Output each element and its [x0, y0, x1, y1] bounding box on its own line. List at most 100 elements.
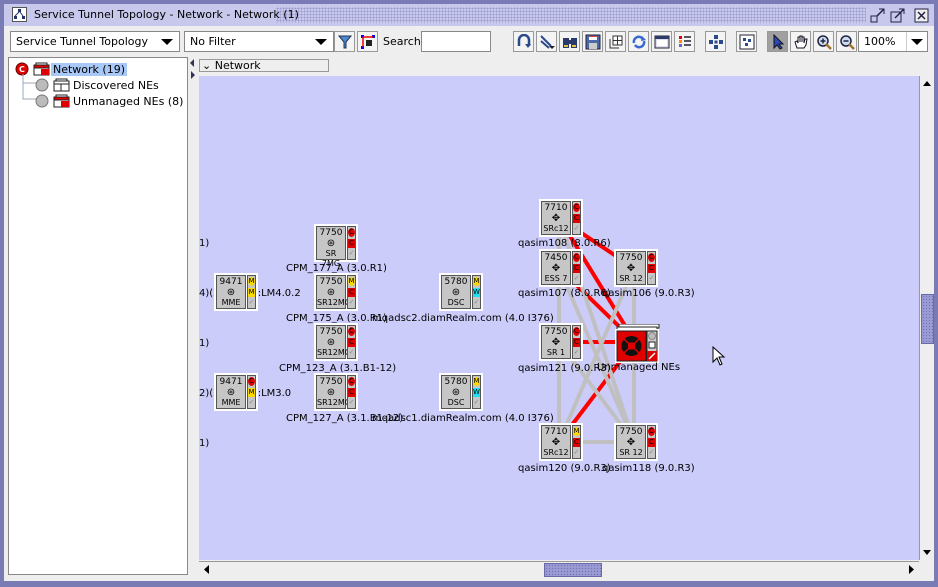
check-icon: ✓	[648, 274, 655, 282]
node-status-column: M C ✓	[572, 425, 581, 459]
window-icon	[654, 35, 669, 48]
no-alarm-icon	[35, 94, 49, 108]
network-element-node[interactable]: 9471 ⊛ MME C M ✓	[214, 373, 258, 411]
node-type: DSC	[447, 398, 465, 407]
reroute-button[interactable]	[513, 31, 534, 52]
node-model: 7750	[319, 327, 343, 337]
clipped-label: 1)	[199, 238, 210, 249]
view-select[interactable]: Service Tunnel Topology	[10, 31, 180, 52]
refresh-button[interactable]	[628, 31, 649, 52]
alarm-status-icon: C	[348, 338, 355, 347]
vertical-scroll-thumb[interactable]	[921, 294, 934, 344]
grid-button[interactable]	[605, 31, 626, 52]
network-element-node[interactable]: 7750 ⊛ SR12MG M C ✓	[314, 273, 358, 311]
find-path-button[interactable]	[357, 31, 378, 52]
tree-item-discovered-nes[interactable]: Discovered NEs	[35, 77, 159, 93]
network-element-node[interactable]: 7750 ✥ SR 12 C C ✓	[614, 249, 658, 287]
tree-item-unmanaged-nes[interactable]: Unmanaged NEs (8)	[35, 93, 183, 109]
splitter-arrows-icon[interactable]	[188, 57, 198, 97]
map-button[interactable]	[736, 31, 757, 52]
network-element-node[interactable]: 7710 ✥ SRc12 M C ✓	[539, 423, 583, 461]
title-bar[interactable]: Service Tunnel Topology - Network - Netw…	[4, 4, 934, 26]
network-element-node[interactable]: 7710 ✥ SRc12 C C ✓	[539, 199, 583, 237]
chevron-down-icon: ⌄	[202, 59, 212, 72]
zoom-in-button[interactable]	[813, 31, 834, 52]
reroute-icon	[517, 33, 531, 48]
horizontal-scroll-thumb[interactable]	[544, 563, 602, 577]
network-element-node[interactable]: 5780 ⊛ DSC M W ✓	[439, 373, 483, 411]
zoom-out-button[interactable]	[836, 31, 857, 52]
filter-select[interactable]: No Filter	[184, 31, 334, 52]
refresh-icon	[632, 35, 646, 48]
pointer-button[interactable]	[767, 31, 788, 52]
main-frame: Service Tunnel Topology No Filter Search	[4, 26, 934, 581]
alarm-status-icon: C	[573, 327, 580, 336]
pan-icon	[793, 35, 808, 48]
layout-button[interactable]	[705, 31, 726, 52]
node-model: 9471	[219, 377, 243, 387]
check-icon: ✓	[573, 224, 580, 232]
switch-icon: ⊛	[326, 287, 336, 298]
switch-icon: ⊛	[451, 387, 461, 398]
unmanaged-nes-group-node[interactable]	[612, 322, 660, 363]
check-icon: ✓	[473, 398, 480, 406]
node-type: SR12MG	[317, 348, 351, 357]
map-icon	[739, 34, 754, 49]
horizontal-scrollbar[interactable]	[199, 561, 919, 577]
close-icon[interactable]	[914, 8, 930, 23]
window-title: Service Tunnel Topology - Network - Netw…	[34, 8, 299, 21]
network-element-node[interactable]: 7750 ⊛ SR 7MG C C ✓	[314, 224, 358, 268]
scroll-right-icon[interactable]	[903, 562, 919, 577]
filter-button[interactable]	[334, 31, 355, 52]
search-input[interactable]	[421, 31, 491, 52]
binoculars-button[interactable]	[559, 31, 580, 52]
alarm-status-icon: M	[348, 277, 355, 286]
network-element-node[interactable]: 7750 ⊛ SR12MG C C ✓	[314, 373, 358, 411]
network-element-node[interactable]: 7750 ✥ SR 12 C C ✓	[614, 423, 658, 461]
node-type: SR 12	[619, 448, 643, 457]
scroll-left-icon[interactable]	[199, 562, 215, 577]
scroll-down-icon[interactable]	[920, 544, 934, 560]
network-element-node[interactable]: 7750 ✥ SR 1 C C ✓	[539, 323, 583, 361]
network-element-node[interactable]: 7750 ⊛ SR12MG C C ✓	[314, 323, 358, 361]
zoom-level-select[interactable]: 100%	[858, 31, 928, 52]
node-type: SR 12	[619, 274, 643, 283]
canvas-breadcrumb[interactable]: ⌄ Network	[199, 59, 329, 72]
group-icon	[53, 78, 70, 92]
topology-canvas[interactable]: 1) 4)(25.51.29:LM4.0.2 1) 2)(22.30.02:LM…	[199, 76, 919, 560]
network-element-node[interactable]: 9471 ⊛ MME M M ✓	[214, 273, 258, 311]
save-button[interactable]	[582, 31, 603, 52]
scroll-up-icon[interactable]	[920, 76, 934, 92]
alarm-status-icon: M	[573, 427, 580, 436]
node-label: qasim120 (9.0.R3)	[518, 463, 611, 474]
node-body: 7750 ⊛ SR12MG	[316, 275, 351, 309]
pan-button[interactable]	[790, 31, 811, 52]
legend-button[interactable]	[674, 31, 695, 52]
node-label: qasim108 (8.0.R6)	[518, 238, 611, 249]
zoom-out-icon	[839, 34, 855, 50]
vertical-scrollbar[interactable]	[919, 76, 934, 560]
maximize-icon[interactable]	[890, 8, 906, 23]
restore-icon[interactable]	[870, 8, 886, 23]
clipped-label: 1)	[199, 338, 210, 349]
switch-icon: ⊛	[226, 387, 236, 398]
alarm-status-icon: C	[248, 377, 255, 386]
layout-icon	[708, 34, 723, 49]
topology-icon	[12, 7, 27, 22]
chevron-down-icon	[315, 39, 327, 45]
select-down-button[interactable]	[536, 31, 557, 52]
node-label: qasim106 (9.0.R3)	[602, 288, 695, 299]
node-body: 7710 ✥ SRc12	[541, 425, 571, 459]
mouse-cursor-icon	[712, 346, 726, 366]
splitter-handle[interactable]	[188, 57, 198, 575]
network-element-node[interactable]: 5780 ⊛ DSC M W ✓	[439, 273, 483, 311]
router-icon: ✥	[626, 263, 636, 274]
network-element-node[interactable]: 7450 ✥ ESS 7 C C ✓	[539, 249, 583, 287]
navigation-tree[interactable]: C Network (19) Discovered NEs Unmanaged …	[8, 57, 188, 575]
node-model: 7750	[319, 228, 343, 238]
alarm-status-icon: C	[648, 427, 655, 436]
canvas-breadcrumb-label: Network	[214, 59, 261, 72]
window-button[interactable]	[651, 31, 672, 52]
node-label: qasim118 (9.0.R3)	[602, 463, 695, 474]
switch-icon: ⊛	[451, 287, 461, 298]
